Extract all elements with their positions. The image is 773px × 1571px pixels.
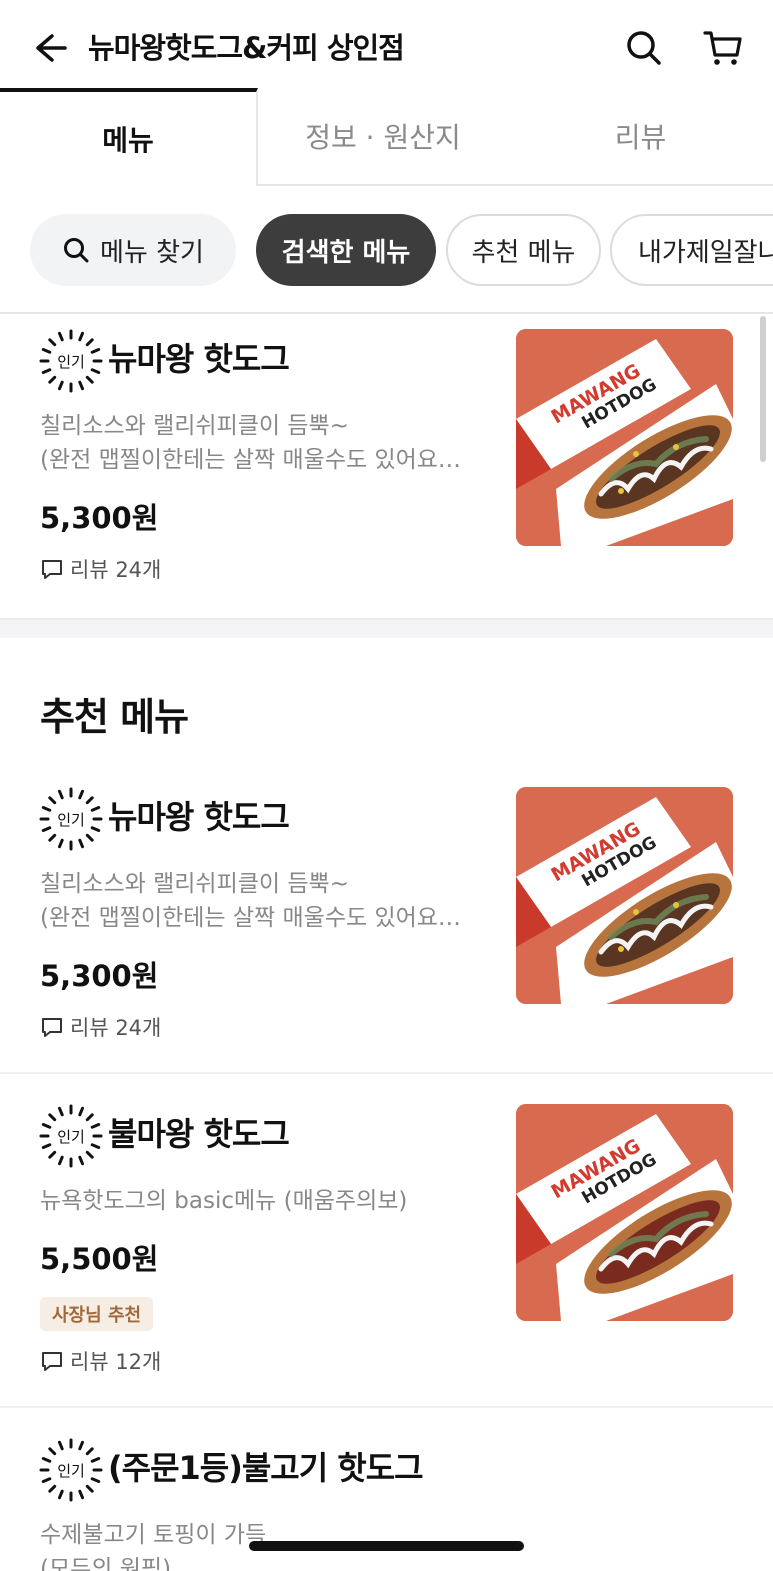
item-price: 5,300원 (40, 501, 159, 535)
svg-text:인기: 인기 (57, 811, 85, 829)
search-icon (627, 31, 661, 65)
back-button[interactable] (28, 26, 72, 70)
svg-text:인기: 인기 (57, 1462, 85, 1480)
item-name: (주문1등)불고기 핫도그 (108, 1449, 424, 1487)
item-price: 5,500원 (40, 1242, 159, 1276)
menu-item[interactable]: 인기 불마왕 핫도그 뉴욕핫도그의 basic메뉴 (매움주의보) 5,500원… (0, 1076, 773, 1408)
comment-icon (42, 1018, 62, 1037)
menu-search-chip[interactable]: 메뉴 찾기 (30, 214, 236, 286)
app-header: 뉴마왕핫도그&커피 상인점 (0, 0, 773, 92)
cart-icon (703, 31, 742, 65)
cart-button[interactable] (700, 26, 746, 70)
tab-review[interactable]: 리뷰 (508, 88, 773, 184)
owner-recommend-badge: 사장님 추천 (40, 1297, 154, 1331)
searched-menu-chip[interactable]: 검색한 메뉴 (256, 214, 436, 286)
home-indicator[interactable] (249, 1541, 524, 1551)
popular-badge-icon: 인기 (39, 1438, 103, 1502)
store-tabs: 메뉴 정보 · 원산지 리뷰 (0, 88, 773, 186)
item-review-count: 리뷰 24개 (40, 554, 161, 584)
search-icon (64, 238, 89, 263)
hotdog-photo-image: MAWANG HOTDOG (516, 787, 733, 1004)
back-arrow-icon (36, 34, 67, 62)
tab-menu[interactable]: 메뉴 (0, 88, 258, 186)
scrollbar[interactable] (760, 316, 766, 462)
item-review-count: 리뷰 24개 (40, 1012, 161, 1042)
hotdog-photo-image: MAWANG HOTDOG (516, 329, 733, 546)
menu-item[interactable]: 인기 뉴마왕 핫도그 칠리소스와 랠리쉬피클이 듬뿍~ (완전 맵찔이한테는 살… (0, 316, 773, 618)
menu-item[interactable]: 인기 뉴마왕 핫도그 칠리소스와 랠리쉬피클이 듬뿍~ (완전 맵찔이한테는 살… (0, 768, 773, 1074)
menu-list: 인기 뉴마왕 핫도그 칠리소스와 랠리쉬피클이 듬뿍~ (완전 맵찔이한테는 살… (0, 316, 773, 1571)
menu-filter-chips: 메뉴 찾기 검색한 메뉴 추천 메뉴 내가제일잘나 (0, 186, 773, 314)
popular-badge-icon: 인기 (39, 329, 103, 393)
recommend-section-title: 추천 메뉴 (40, 695, 189, 739)
store-title: 뉴마왕핫도그&커피 상인점 (88, 31, 405, 65)
item-name: 뉴마왕 핫도그 (108, 340, 290, 378)
tab-info-origin[interactable]: 정보 · 원산지 (258, 88, 508, 184)
section-divider (0, 618, 773, 638)
item-description: 칠리소스와 랠리쉬피클이 듬뿍~ (완전 맵찔이한테는 살짝 매울수도 있어요… (40, 871, 461, 931)
item-photo: MAWANG HOTDOG (516, 1104, 733, 1321)
item-photo: MAWANG HOTDOG (516, 329, 733, 546)
item-review-count: 리뷰 12개 (40, 1346, 161, 1376)
item-price: 5,300원 (40, 959, 159, 993)
menu-search-label: 메뉴 찾기 (100, 237, 204, 268)
item-name: 뉴마왕 핫도그 (108, 798, 290, 836)
popular-badge-label: 인기 (57, 353, 85, 371)
comment-icon (42, 1352, 62, 1371)
popular-badge-icon: 인기 (39, 1104, 103, 1168)
search-button[interactable] (622, 26, 666, 70)
item-name: 불마왕 핫도그 (108, 1115, 290, 1153)
item-photo: MAWANG HOTDOG (516, 787, 733, 1004)
item-description: 칠리소스와 랠리쉬피클이 듬뿍~ (완전 맵찔이한테는 살짝 매울수도 있어요… (40, 413, 461, 473)
svg-text:인기: 인기 (57, 1128, 85, 1146)
recommend-menu-chip[interactable]: 추천 메뉴 (446, 214, 601, 286)
best-menu-chip[interactable]: 내가제일잘나 (610, 214, 773, 286)
hotdog-photo-image: MAWANG HOTDOG (516, 1104, 733, 1321)
popular-badge-icon: 인기 (39, 787, 103, 851)
item-description: 뉴욕핫도그의 basic메뉴 (매움주의보) (40, 1188, 408, 1214)
comment-icon (42, 560, 62, 579)
